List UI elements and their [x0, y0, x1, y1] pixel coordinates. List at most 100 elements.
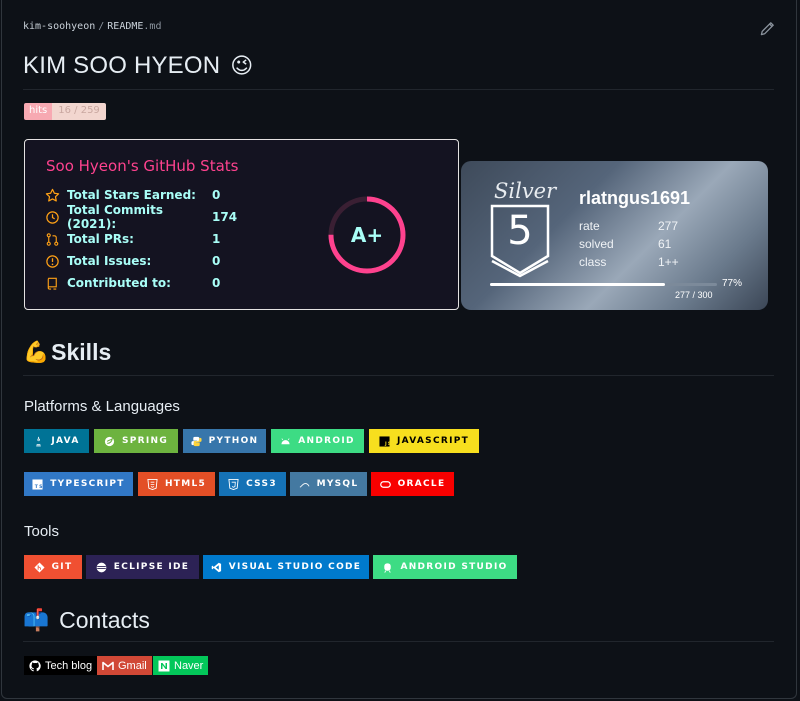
progress-text: 277 / 300 [675, 290, 713, 300]
badge-label: ORACLE [397, 479, 446, 489]
skills-divider [23, 375, 774, 376]
stat-value: 174 [212, 210, 238, 224]
info-row-rate: rate 277 [579, 219, 678, 233]
html5-icon [147, 478, 158, 490]
badge-label: JAVA [51, 436, 80, 446]
repo-icon [47, 277, 57, 290]
stat-label: Total Issues: [67, 254, 152, 268]
badge-tech-blog[interactable]: Tech blog [24, 656, 98, 675]
android-icon [281, 437, 290, 444]
breadcrumb-user[interactable]: kim-soohyeon [23, 21, 95, 32]
solved-handle: rlatngus1691 [579, 188, 691, 208]
breadcrumb: kim-soohyeon / README.md [23, 21, 161, 32]
info-value: 277 [658, 219, 679, 233]
info-row-class: class 1++ [579, 255, 679, 269]
badge-label: CSS3 [246, 479, 277, 489]
stat-label: Total Commits (2021): [67, 203, 164, 231]
badge-git[interactable]: GIT [24, 555, 82, 579]
badge-android[interactable]: ANDROID [271, 429, 364, 453]
badge-python[interactable]: PYTHON [183, 429, 266, 453]
badge-css3[interactable]: CSS3 [219, 472, 286, 496]
stat-label: Total Stars Earned: [67, 188, 196, 202]
stat-value: 0 [212, 254, 221, 268]
badge-label: ANDROID [298, 436, 355, 446]
github-icon [29, 659, 41, 671]
flexed-biceps-emoji: 💪 [23, 340, 50, 364]
platforms-heading: Platforms & Languages [24, 398, 180, 415]
skills-heading: 💪 Skills [23, 339, 111, 366]
stat-row-commits: Total Commits (2021): 174 [45, 203, 238, 231]
contacts-divider [23, 641, 774, 642]
skills-heading-text: Skills [51, 339, 112, 365]
hits-label: hits [24, 103, 53, 120]
solved-ac-card[interactable]: Silver 5 rlatngus1691 rate 277 solved 61… [461, 161, 768, 310]
rating-progress-fill [490, 283, 665, 286]
badge-label: VISUAL STUDIO CODE [228, 562, 362, 572]
progress-percent: 77% [722, 278, 743, 289]
page-title: KIM SOO HYEON 😉 [23, 52, 253, 80]
stat-row-prs: Total PRs: 1 [45, 230, 220, 248]
typescript-icon: TS [32, 478, 43, 490]
rating-progress-bar [490, 283, 717, 286]
breadcrumb-ext: .md [143, 21, 162, 32]
grade-value: A+ [350, 223, 384, 247]
star-icon [45, 188, 60, 202]
css3-icon [228, 478, 239, 490]
contacts-heading-text: Contacts [59, 607, 150, 633]
badge-label: PYTHON [208, 436, 259, 446]
tier-level: 5 [507, 208, 533, 254]
badge-javascript[interactable]: JS JAVASCRIPT [369, 429, 479, 453]
pencil-icon[interactable] [759, 21, 775, 37]
eclipse-icon [96, 562, 107, 572]
badge-label: TYPESCRIPT [50, 479, 125, 489]
github-stats-card[interactable]: Soo Hyeon's GitHub Stats Total Stars Ear… [24, 139, 459, 310]
stat-value: 0 [212, 276, 221, 290]
svg-text:JS: JS [384, 441, 390, 447]
stat-value: 0 [212, 188, 221, 202]
gmail-icon [102, 661, 114, 670]
stat-row-contributed: Contributed to: 0 [45, 274, 220, 292]
hits-badge[interactable]: hits 16 / 259 [24, 103, 106, 120]
python-icon [191, 436, 202, 446]
badge-label: Gmail [118, 659, 147, 672]
info-value: 61 [658, 237, 672, 251]
contacts-heading: 📫 Contacts [23, 607, 150, 634]
badge-label: HTML5 [164, 479, 207, 489]
badge-typescript[interactable]: TS TYPESCRIPT [24, 472, 133, 496]
mysql-icon [299, 482, 310, 488]
badge-html5[interactable]: HTML5 [138, 472, 215, 496]
badge-oracle[interactable]: ORACLE [371, 472, 454, 496]
stats-title: Soo Hyeon's GitHub Stats [46, 157, 239, 175]
info-key: class [579, 255, 607, 269]
stat-row-stars: Total Stars Earned: 0 [45, 186, 220, 204]
badge-java[interactable]: JAVA [24, 429, 89, 453]
title-text: KIM SOO HYEON [23, 52, 221, 79]
badge-eclipse[interactable]: ECLIPSE IDE [86, 555, 199, 579]
badge-android-studio[interactable]: ANDROID STUDIO [373, 555, 517, 579]
badge-vscode[interactable]: VISUAL STUDIO CODE [203, 555, 369, 579]
pull-request-icon [46, 232, 59, 246]
git-icon [34, 561, 45, 573]
tier-name: Silver [494, 179, 557, 203]
badge-label: GIT [51, 562, 73, 572]
badge-spring[interactable]: SPRING [94, 429, 178, 453]
badge-label: MYSQL [316, 479, 359, 489]
badge-gmail[interactable]: Gmail [97, 656, 152, 675]
hits-value: 16 / 259 [52, 103, 106, 120]
vscode-icon [211, 562, 221, 572]
stat-label: Contributed to: [67, 276, 171, 290]
java-icon [36, 436, 42, 446]
stat-row-issues: Total Issues: 0 [45, 252, 220, 270]
title-divider [23, 89, 774, 90]
wink-emoji: 😉 [230, 53, 254, 78]
spring-icon [104, 436, 115, 446]
badge-label: ECLIPSE IDE [113, 562, 190, 572]
badge-label: Tech blog [45, 659, 93, 672]
badge-label: Naver [174, 659, 204, 672]
readme-container [1, 0, 797, 699]
badge-mysql[interactable]: MYSQL [290, 472, 367, 496]
badge-naver[interactable]: Naver [153, 656, 209, 675]
stat-label: Total PRs: [67, 232, 134, 246]
oracle-icon [379, 480, 391, 488]
mailbox-emoji: 📫 [23, 608, 50, 632]
